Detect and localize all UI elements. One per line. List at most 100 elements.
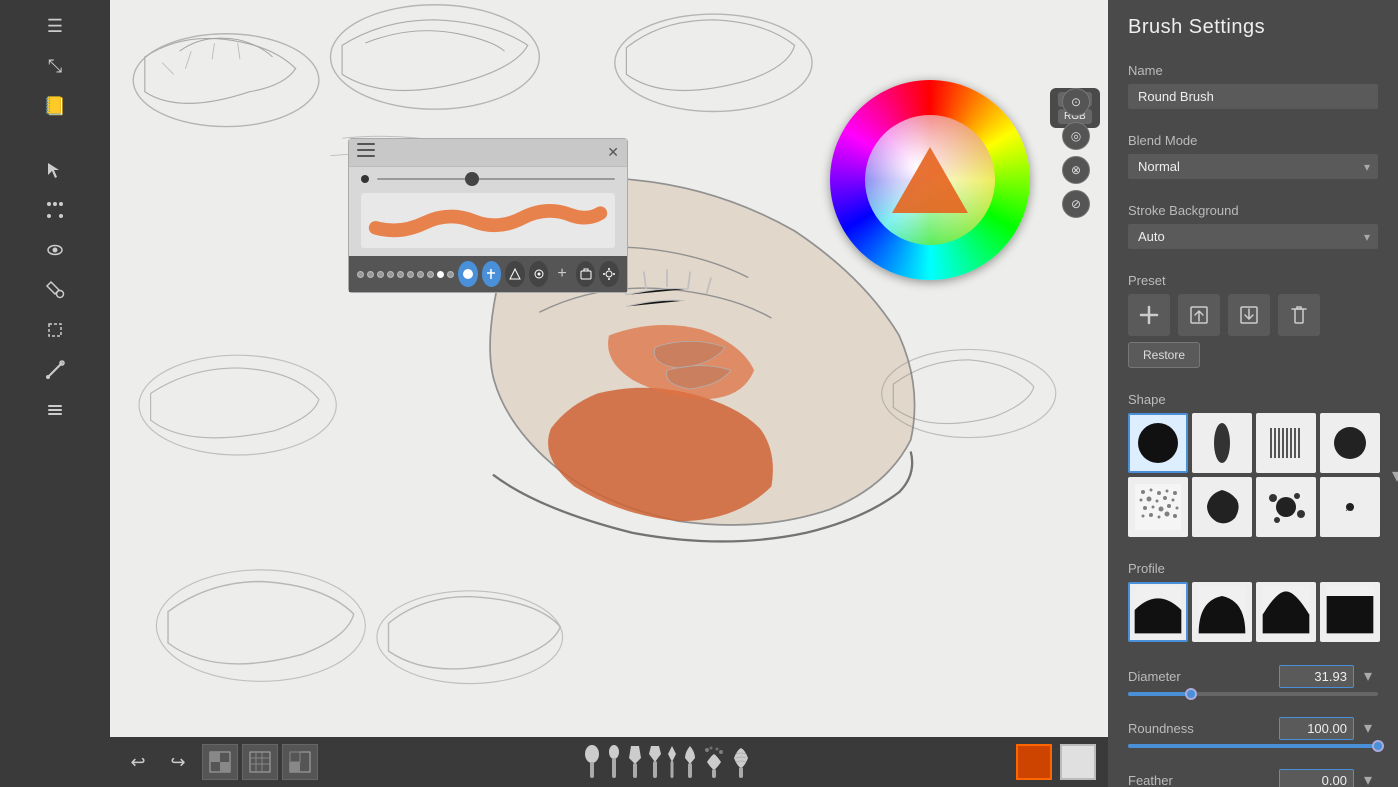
feather-value-input[interactable]	[1279, 769, 1354, 787]
brush-tool-3-icon[interactable]	[505, 261, 525, 287]
diameter-slider-track[interactable]	[1128, 692, 1378, 696]
shape-oval-cell[interactable]	[1192, 413, 1252, 473]
color-wheel-inner[interactable]	[865, 115, 995, 245]
dot-5	[397, 271, 404, 278]
shape-splatter-cell[interactable]	[1256, 477, 1316, 537]
brush-spray-icon[interactable]	[703, 744, 725, 780]
preset-buttons-row	[1128, 294, 1378, 336]
dot-6	[407, 271, 414, 278]
brush-ink-icon[interactable]	[683, 744, 697, 780]
stroke-bg-wrapper: Auto White Black Transparent ▾	[1128, 224, 1378, 249]
export-preset-button[interactable]	[1228, 294, 1270, 336]
color-wheel[interactable]	[830, 80, 1030, 280]
profile-full-cell[interactable]	[1320, 582, 1380, 642]
brush-tool-delete-icon[interactable]	[576, 261, 596, 287]
brush-name-label: Name	[1128, 63, 1378, 78]
feather-expand-icon[interactable]: ▾	[1358, 768, 1378, 787]
brush-round-icon[interactable]	[583, 744, 601, 780]
menu-icon[interactable]: ☰	[37, 8, 73, 44]
fill-tool-icon[interactable]	[37, 272, 73, 308]
diameter-expand-icon[interactable]: ▾	[1358, 664, 1378, 688]
color-eyedropper-icon[interactable]: ⊙	[1062, 88, 1090, 116]
roundness-slider-track[interactable]	[1128, 744, 1378, 748]
shape-dots-cell[interactable]: ...	[1320, 477, 1380, 537]
feather-label: Feather	[1128, 773, 1173, 787]
diameter-header: Diameter ▾	[1128, 664, 1378, 688]
secondary-color-swatch[interactable]	[1060, 744, 1096, 780]
select-tool-icon[interactable]	[37, 152, 73, 188]
brush-stroke-preview	[361, 193, 615, 248]
texture-3-button[interactable]	[282, 744, 318, 780]
brush-size-row	[361, 175, 615, 183]
profile-flat-cell[interactable]	[1128, 582, 1188, 642]
brush-pencil-icon[interactable]	[667, 744, 677, 780]
brush-size-thumb[interactable]	[465, 172, 479, 186]
eye-tool-icon[interactable]	[37, 232, 73, 268]
undo-button[interactable]: ↩	[122, 746, 154, 778]
brush-flat-icon[interactable]	[607, 744, 621, 780]
roundness-slider-fill	[1128, 744, 1378, 748]
brush-pen-icon[interactable]	[649, 744, 661, 780]
roundness-header: Roundness ▾	[1128, 716, 1378, 740]
brush-texture-brush-icon[interactable]	[731, 744, 751, 780]
transform-tool-icon[interactable]	[37, 192, 73, 228]
dot-9	[437, 271, 444, 278]
brush-popup-menu-icon[interactable]	[357, 143, 375, 162]
stroke-bg-label: Stroke Background	[1128, 203, 1378, 218]
brush-tool-settings-icon[interactable]	[599, 261, 619, 287]
preset-label: Preset	[1128, 273, 1378, 288]
brush-popup-close-button[interactable]: ✕	[607, 144, 619, 161]
restore-button[interactable]: Restore	[1128, 342, 1200, 368]
left-toolbar: ☰ ⤡ 📒	[0, 0, 110, 787]
stroke-bg-select[interactable]: Auto White Black Transparent	[1128, 224, 1378, 249]
dot-7	[417, 271, 424, 278]
profile-peak-cell[interactable]	[1256, 582, 1316, 642]
texture-1-button[interactable]	[202, 744, 238, 780]
roundness-label: Roundness	[1128, 721, 1194, 736]
roundness-value-input[interactable]	[1279, 717, 1354, 740]
add-preset-button[interactable]	[1128, 294, 1170, 336]
redo-button[interactable]: ↪	[162, 746, 194, 778]
blend-mode-section: Blend Mode Normal Multiply Screen Overla…	[1108, 121, 1398, 191]
diameter-value-input[interactable]	[1279, 665, 1354, 688]
shape-circle-cell[interactable]	[1128, 413, 1188, 473]
shape-blob-cell[interactable]	[1192, 477, 1252, 537]
color-history-icon[interactable]: ⊗	[1062, 156, 1090, 184]
profile-section: Profile	[1108, 549, 1398, 654]
gradient-tool-icon[interactable]	[37, 352, 73, 388]
diameter-slider-thumb[interactable]	[1185, 688, 1197, 700]
blend-mode-select[interactable]: Normal Multiply Screen Overlay Darken Li…	[1128, 154, 1378, 179]
import-preset-button[interactable]	[1178, 294, 1220, 336]
dot-8	[427, 271, 434, 278]
roundness-expand-icon[interactable]: ▾	[1358, 716, 1378, 740]
shape-bristle-cell[interactable]	[1256, 413, 1316, 473]
brush-size-track[interactable]	[377, 178, 615, 180]
profile-round-cell[interactable]	[1192, 582, 1252, 642]
crop-tool-icon[interactable]	[37, 312, 73, 348]
blend-mode-label: Blend Mode	[1128, 133, 1378, 148]
active-color-swatch[interactable]	[1016, 744, 1052, 780]
brush-tool-add-icon[interactable]: +	[552, 261, 572, 287]
brush-tool-2-icon[interactable]	[482, 261, 502, 287]
brush-marker-icon[interactable]	[627, 744, 643, 780]
shape-expand-arrow-icon[interactable]: ▾	[1392, 463, 1398, 488]
brush-popup-bottom-toolbar: +	[349, 256, 627, 292]
book-icon[interactable]: 📒	[37, 88, 73, 124]
collapse-icon[interactable]: ⤡	[37, 48, 73, 84]
color-palette-icon[interactable]: ◎	[1062, 122, 1090, 150]
layers-tool-icon[interactable]	[37, 392, 73, 428]
color-settings-icon[interactable]: ⊘	[1062, 190, 1090, 218]
diameter-section: Diameter ▾	[1108, 654, 1398, 706]
roundness-slider-thumb[interactable]	[1372, 740, 1384, 752]
roundness-section: Roundness ▾	[1108, 706, 1398, 758]
canvas-area[interactable]: HSB RGB ⊙ ◎ ⊗ ⊘ ✕	[110, 0, 1108, 787]
delete-preset-button[interactable]	[1278, 294, 1320, 336]
shape-round-cell[interactable]	[1320, 413, 1380, 473]
brush-popup-dots	[357, 271, 454, 278]
shape-texture1-cell[interactable]	[1128, 477, 1188, 537]
shape-section: Shape	[1108, 380, 1398, 549]
brush-tool-4-icon[interactable]	[529, 261, 549, 287]
brush-tool-1-icon[interactable]	[458, 261, 478, 287]
texture-2-button[interactable]	[242, 744, 278, 780]
brush-name-input[interactable]	[1128, 84, 1378, 109]
